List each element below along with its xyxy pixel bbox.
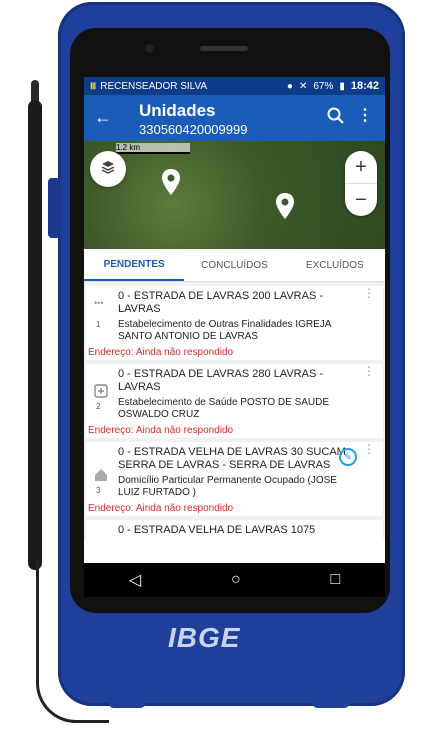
location-icon: ● <box>286 80 293 92</box>
map-scale: 1.2 km <box>116 143 190 154</box>
battery-level: 67% <box>313 80 334 92</box>
item-status: Endereço: Ainda não respondido <box>88 347 234 358</box>
case-foot-left <box>108 678 146 708</box>
edit-icon[interactable]: ✎ <box>339 448 357 466</box>
clock: 18:42 <box>350 80 379 92</box>
item-number: 2 <box>96 402 101 411</box>
nav-back-icon[interactable]: ◁ <box>129 570 141 590</box>
item-number: 3 <box>96 486 101 495</box>
item-description: Estabelecimento de Outras Finalidades IG… <box>118 319 331 342</box>
map-pin-icon[interactable] <box>276 193 294 219</box>
ibge-logo: IBGE <box>168 622 240 654</box>
item-description: Estabelecimento de Saúde POSTO DE SAUDE … <box>118 397 330 420</box>
page-subtitle: 330560420009999 <box>139 122 248 137</box>
zoom-out-button[interactable]: − <box>345 183 377 216</box>
home-icon <box>94 468 108 485</box>
signal-off-icon: ✕ <box>298 80 308 92</box>
list-item[interactable]: ••• 1 ⋮ 0 - ESTRADA DE LAVRAS 200 LAVRAS… <box>86 286 383 360</box>
item-menu-icon[interactable]: ⋮ <box>363 443 375 455</box>
other-purpose-icon: ••• <box>94 298 104 308</box>
list-item[interactable]: 3 ✎ ⋮ 0 - ESTRADA VELHA DE LAVRAS 30 SUC… <box>86 442 383 516</box>
item-address: 0 - ESTRADA VELHA DE LAVRAS 30 SUCAM SER… <box>118 446 346 471</box>
item-status: Endereço: Ainda não respondido <box>88 503 234 514</box>
status-user: RECENSEADOR SILVA <box>100 80 208 92</box>
case-side-button <box>48 178 62 238</box>
nav-recents-icon[interactable]: □ <box>330 571 340 589</box>
more-options-icon[interactable]: ⋮ <box>357 105 373 125</box>
item-status: Endereço: Ainda não respondido <box>88 425 234 436</box>
layers-icon <box>101 160 115 179</box>
page-title: Unidades <box>139 101 216 120</box>
zoom-controls: + − <box>345 151 377 216</box>
list-item[interactable]: 0 - ESTRADA VELHA DE LAVRAS 1075 <box>86 520 383 539</box>
item-description: Domicílio Particular Permanente Ocupado … <box>118 475 337 498</box>
system-nav-bar: ◁ ○ □ <box>84 563 385 597</box>
item-address: 0 - ESTRADA DE LAVRAS 280 LAVRAS - LAVRA… <box>118 368 324 393</box>
layers-button[interactable] <box>90 151 126 187</box>
list-item[interactable]: 2 ⋮ 0 - ESTRADA DE LAVRAS 280 LAVRAS - L… <box>86 364 383 438</box>
earpiece-speaker <box>200 46 248 51</box>
front-camera <box>145 44 154 53</box>
ibge-app-icon: Ⅲ <box>90 80 97 91</box>
case-foot-right <box>312 678 350 708</box>
tab-pendentes[interactable]: PENDENTES <box>84 249 185 281</box>
tab-bar: PENDENTES CONCLUÍDOS EXCLUÍDOS <box>84 249 385 282</box>
status-bar: Ⅲ RECENSEADOR SILVA ● ✕ 67% ▮ 18:42 <box>84 77 385 95</box>
tab-concluidos[interactable]: CONCLUÍDOS <box>184 249 284 281</box>
search-icon[interactable] <box>327 107 345 130</box>
nav-home-icon[interactable]: ○ <box>231 571 241 589</box>
unit-list: ••• 1 ⋮ 0 - ESTRADA DE LAVRAS 200 LAVRAS… <box>84 282 385 539</box>
item-address: 0 - ESTRADA VELHA DE LAVRAS 1075 <box>118 524 316 536</box>
ibge-logo-text: IBGE <box>168 622 241 653</box>
app-bar: ← Unidades 330560420009999 ⋮ <box>84 95 385 141</box>
item-number: 1 <box>96 320 101 329</box>
zoom-in-button[interactable]: + <box>345 151 377 183</box>
item-menu-icon[interactable]: ⋮ <box>363 365 375 377</box>
map-view[interactable]: 1.2 km + − <box>84 141 385 249</box>
map-pin-icon[interactable] <box>162 169 180 195</box>
tab-excluidos[interactable]: EXCLUÍDOS <box>285 249 385 281</box>
item-menu-icon[interactable]: ⋮ <box>363 287 375 299</box>
item-address: 0 - ESTRADA DE LAVRAS 200 LAVRAS - LAVRA… <box>118 290 324 315</box>
health-icon <box>94 384 108 401</box>
phone-screen: Ⅲ RECENSEADOR SILVA ● ✕ 67% ▮ 18:42 ← Un… <box>84 77 385 597</box>
battery-icon: ▮ <box>339 80 345 92</box>
back-arrow-icon[interactable]: ← <box>94 107 112 128</box>
stylus <box>28 100 42 570</box>
